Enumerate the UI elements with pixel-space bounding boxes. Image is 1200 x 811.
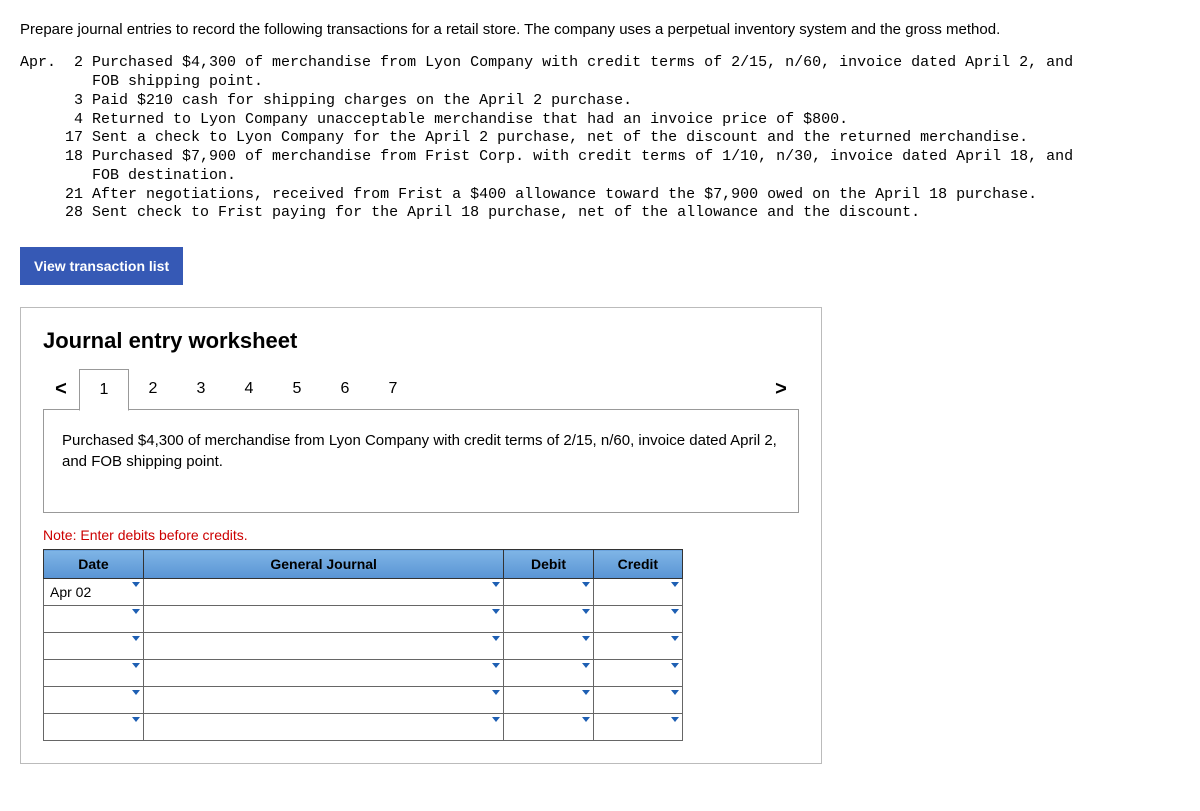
table-row — [44, 606, 683, 633]
credit-cell[interactable] — [593, 606, 682, 633]
account-cell[interactable] — [143, 579, 503, 606]
current-transaction-text: Purchased $4,300 of merchandise from Lyo… — [62, 432, 777, 470]
tab-1[interactable]: 1 — [79, 369, 129, 411]
date-cell[interactable] — [44, 687, 144, 714]
header-date: Date — [44, 550, 144, 579]
tab-3[interactable]: 3 — [177, 369, 225, 409]
table-row — [44, 660, 683, 687]
debit-cell[interactable] — [504, 633, 593, 660]
header-debit: Debit — [504, 550, 593, 579]
tab-6[interactable]: 6 — [321, 369, 369, 409]
credit-cell[interactable] — [593, 687, 682, 714]
transactions-list: Apr. 2 Purchased $4,300 of merchandise f… — [20, 54, 1180, 223]
date-cell[interactable] — [44, 633, 144, 660]
header-general-journal: General Journal — [143, 550, 503, 579]
date-cell[interactable] — [44, 660, 144, 687]
prev-transaction-button[interactable]: < — [43, 368, 79, 410]
table-row — [44, 633, 683, 660]
table-row — [44, 687, 683, 714]
journal-entry-worksheet: Journal entry worksheet < 1 2 3 4 5 6 7 … — [20, 307, 822, 764]
credit-cell[interactable] — [593, 660, 682, 687]
transaction-description-box: Purchased $4,300 of merchandise from Lyo… — [43, 409, 799, 513]
tab-4[interactable]: 4 — [225, 369, 273, 409]
account-cell[interactable] — [143, 714, 503, 741]
credit-cell[interactable] — [593, 633, 682, 660]
tab-5[interactable]: 5 — [273, 369, 321, 409]
table-row — [44, 714, 683, 741]
tab-7[interactable]: 7 — [369, 369, 417, 409]
debit-cell[interactable] — [504, 660, 593, 687]
view-transaction-list-button[interactable]: View transaction list — [20, 247, 183, 285]
tab-2[interactable]: 2 — [129, 369, 177, 409]
debit-cell[interactable] — [504, 579, 593, 606]
credit-cell[interactable] — [593, 714, 682, 741]
date-cell[interactable] — [44, 606, 144, 633]
table-row: Apr 02 — [44, 579, 683, 606]
debit-cell[interactable] — [504, 714, 593, 741]
journal-entry-table: Date General Journal Debit Credit Apr 02 — [43, 549, 683, 741]
account-cell[interactable] — [143, 660, 503, 687]
header-credit: Credit — [593, 550, 682, 579]
tab-row: < 1 2 3 4 5 6 7 > — [43, 368, 799, 410]
credit-cell[interactable] — [593, 579, 682, 606]
account-cell[interactable] — [143, 687, 503, 714]
debit-cell[interactable] — [504, 606, 593, 633]
debit-cell[interactable] — [504, 687, 593, 714]
date-cell[interactable]: Apr 02 — [44, 579, 144, 606]
next-transaction-button[interactable]: > — [763, 368, 799, 410]
date-cell[interactable] — [44, 714, 144, 741]
account-cell[interactable] — [143, 606, 503, 633]
instructions-text: Prepare journal entries to record the fo… — [20, 20, 1180, 40]
worksheet-title: Journal entry worksheet — [43, 328, 799, 354]
account-cell[interactable] — [143, 633, 503, 660]
note-debits-before-credits: Note: Enter debits before credits. — [43, 527, 799, 543]
